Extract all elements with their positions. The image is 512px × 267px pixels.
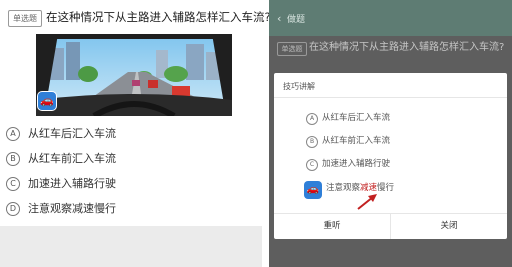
option-label: 从红车后汇入车流 — [28, 127, 116, 140]
option-letter: C — [6, 177, 20, 191]
question-text: 在这种情况下从主路进入辅路怎样汇入车流? — [46, 10, 271, 24]
question-type-tag: 单选题 — [277, 42, 307, 56]
option-a[interactable]: A 从红车后汇入车流 — [6, 126, 246, 142]
tips-dialog: 技巧讲解 A 从红车后汇入车流 B 从红车前汇入车流 C 加速进入辅路行驶 🚗 … — [274, 73, 507, 239]
question-text: 在这种情况下从主路进入辅路怎样汇入车流? — [309, 42, 505, 53]
top-bar: ‹ 做题 — [269, 0, 512, 36]
bottom-area — [0, 226, 262, 267]
option-letter: D — [6, 202, 20, 216]
header-title: 做题 — [287, 15, 306, 25]
option-b[interactable]: B 从红车前汇入车流 — [6, 151, 246, 167]
replay-button[interactable]: 重听 — [274, 214, 390, 239]
explanation-screen: ‹ 做题 单选题 在这种情况下从主路进入辅路怎样汇入车流? 技巧讲解 A 从红车… — [269, 0, 512, 267]
question-screen: 单选题 在这种情况下从主路进入辅路怎样汇入车流? 🚗 A 从红车后汇入车流 B … — [0, 0, 271, 267]
option-letter: A — [6, 127, 20, 141]
option-label: 加速进入辅路行驶 — [28, 177, 116, 190]
back-icon[interactable]: ‹ — [277, 12, 281, 25]
driving-school-app-icon: 🚗 — [38, 92, 56, 110]
option-label: 注意观察减速慢行 — [28, 202, 116, 215]
option-label: 从红车前汇入车流 — [28, 152, 116, 165]
overlay-bottom — [269, 239, 512, 267]
close-button[interactable]: 关闭 — [391, 214, 507, 239]
option-letter: B — [6, 152, 20, 166]
road-scene-image — [36, 34, 232, 116]
option-c[interactable]: C 加速进入辅路行驶 — [6, 176, 246, 192]
question-type-tag: 单选题 — [8, 10, 42, 27]
option-d[interactable]: D 注意观察减速慢行 — [6, 201, 246, 217]
